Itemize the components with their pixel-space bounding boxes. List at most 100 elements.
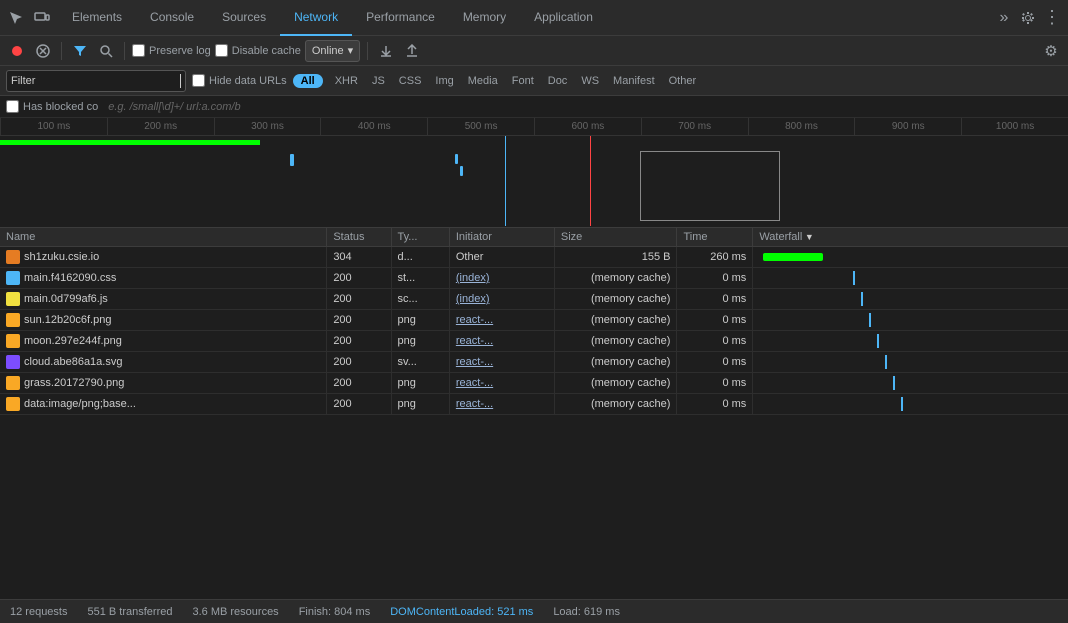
status-cell: 200 <box>327 310 391 331</box>
filter-doc[interactable]: Doc <box>542 74 574 88</box>
filter-ws[interactable]: WS <box>575 74 605 88</box>
table-row[interactable]: cloud.abe86a1a.svg200sv...react-...(memo… <box>0 352 1068 373</box>
more-menu-icon[interactable]: ⋮ <box>1042 8 1062 28</box>
filter-img[interactable]: Img <box>429 74 459 88</box>
file-type-icon <box>6 271 20 285</box>
network-table-wrap: Name Status Ty... Initiator Size Time Wa… <box>0 228 1068 599</box>
col-size[interactable]: Size <box>554 228 677 247</box>
hide-data-urls-checkbox[interactable]: Hide data URLs <box>192 74 287 87</box>
table-row[interactable]: sun.12b20c6f.png200pngreact-...(memory c… <box>0 310 1068 331</box>
size-cell: 155 B <box>554 247 677 268</box>
timeline-content <box>0 136 1068 226</box>
size-cell: (memory cache) <box>554 373 677 394</box>
filter-font[interactable]: Font <box>506 74 540 88</box>
clear-button[interactable] <box>32 40 54 62</box>
tab-sources[interactable]: Sources <box>208 0 280 36</box>
file-name-cell: grass.20172790.png <box>6 376 286 390</box>
time-cell: 260 ms <box>677 247 753 268</box>
filter-other[interactable]: Other <box>663 74 703 88</box>
table-row[interactable]: main.0d799af6.js200sc...(index)(memory c… <box>0 289 1068 310</box>
initiator-link[interactable]: (index) <box>456 293 490 305</box>
has-blocked-checkbox[interactable]: Has blocked co <box>6 100 98 113</box>
file-name[interactable]: sun.12b20c6f.png <box>24 314 111 326</box>
pointer-icon[interactable] <box>6 8 26 28</box>
time-cell: 0 ms <box>677 394 753 415</box>
tab-elements[interactable]: Elements <box>58 0 136 36</box>
file-name[interactable]: main.f4162090.css <box>24 272 116 284</box>
import-har-button[interactable] <box>375 40 397 62</box>
preserve-log-checkbox[interactable]: Preserve log <box>132 44 211 57</box>
initiator-cell: (index) <box>449 268 554 289</box>
export-har-button[interactable] <box>401 40 423 62</box>
has-blocked-row: Has blocked co e.g. /small[\d]+/ url:a.c… <box>0 96 1068 118</box>
status-transferred: 551 B transferred <box>87 606 172 618</box>
table-row[interactable]: main.f4162090.css200st...(index)(memory … <box>0 268 1068 289</box>
filter-media[interactable]: Media <box>462 74 504 88</box>
file-name-cell: main.f4162090.css <box>6 271 286 285</box>
network-settings-button[interactable]: ⚙ <box>1040 40 1062 62</box>
disable-cache-checkbox[interactable]: Disable cache <box>215 44 301 57</box>
all-filter-badge[interactable]: All <box>293 74 323 88</box>
filter-js[interactable]: JS <box>366 74 391 88</box>
type-cell: sv... <box>391 352 449 373</box>
file-name[interactable]: main.0d799af6.js <box>24 293 108 305</box>
size-cell: (memory cache) <box>554 394 677 415</box>
filter-input[interactable] <box>11 75 180 87</box>
file-name[interactable]: sh1zuku.csie.io <box>24 251 99 263</box>
tick-500ms: 500 ms <box>427 118 534 136</box>
col-waterfall[interactable]: Waterfall <box>753 228 1068 247</box>
tab-application[interactable]: Application <box>520 0 607 36</box>
initiator-link[interactable]: (index) <box>456 272 490 284</box>
initiator-link[interactable]: react-... <box>456 314 493 326</box>
timeline-mark-1 <box>290 154 294 166</box>
tab-bar: Elements Console Sources Network Perform… <box>0 0 1068 36</box>
initiator-link[interactable]: react-... <box>456 335 493 347</box>
tab-console[interactable]: Console <box>136 0 208 36</box>
filter-xhr[interactable]: XHR <box>329 74 364 88</box>
filter-hint: e.g. /small[\d]+/ url:a.com/b <box>108 101 240 113</box>
file-type-icon <box>6 376 20 390</box>
file-name[interactable]: cloud.abe86a1a.svg <box>24 356 122 368</box>
tick-700ms: 700 ms <box>641 118 748 136</box>
record-button[interactable] <box>6 40 28 62</box>
table-row[interactable]: grass.20172790.png200pngreact-...(memory… <box>0 373 1068 394</box>
col-name[interactable]: Name <box>0 228 327 247</box>
tab-performance[interactable]: Performance <box>352 0 449 36</box>
waterfall-cell <box>753 310 1068 331</box>
filter-types: XHR JS CSS Img Media Font Doc WS Manifes… <box>329 74 702 88</box>
filter-button[interactable] <box>69 40 91 62</box>
col-initiator[interactable]: Initiator <box>449 228 554 247</box>
file-name[interactable]: data:image/png;base... <box>24 398 136 410</box>
file-name[interactable]: grass.20172790.png <box>24 377 124 389</box>
settings-icon[interactable] <box>1018 8 1038 28</box>
time-cell: 0 ms <box>677 373 753 394</box>
tick-800ms: 800 ms <box>748 118 855 136</box>
device-toggle-icon[interactable] <box>32 8 52 28</box>
tab-network[interactable]: Network <box>280 0 352 36</box>
status-load: Load: 619 ms <box>553 606 620 618</box>
initiator-cell: react-... <box>449 394 554 415</box>
col-type[interactable]: Ty... <box>391 228 449 247</box>
col-status[interactable]: Status <box>327 228 391 247</box>
waterfall-tick <box>885 355 887 369</box>
file-type-icon <box>6 292 20 306</box>
file-name[interactable]: moon.297e244f.png <box>24 335 122 347</box>
status-finish: Finish: 804 ms <box>299 606 371 618</box>
table-row[interactable]: moon.297e244f.png200pngreact-...(memory … <box>0 331 1068 352</box>
more-tabs-icon[interactable]: » <box>994 8 1014 28</box>
initiator-link[interactable]: react-... <box>456 356 493 368</box>
type-cell: png <box>391 373 449 394</box>
tab-memory[interactable]: Memory <box>449 0 520 36</box>
waterfall-tick <box>877 334 879 348</box>
filter-manifest[interactable]: Manifest <box>607 74 661 88</box>
table-row[interactable]: sh1zuku.csie.io304d...Other155 B260 ms <box>0 247 1068 268</box>
file-name-cell: sun.12b20c6f.png <box>6 313 286 327</box>
initiator-link[interactable]: react-... <box>456 377 493 389</box>
col-time[interactable]: Time <box>677 228 753 247</box>
filter-css[interactable]: CSS <box>393 74 428 88</box>
waterfall-tick <box>893 376 895 390</box>
initiator-link[interactable]: react-... <box>456 398 493 410</box>
search-button[interactable] <box>95 40 117 62</box>
network-throttle-select[interactable]: Online ▾ <box>305 40 360 62</box>
table-row[interactable]: data:image/png;base...200pngreact-...(me… <box>0 394 1068 415</box>
